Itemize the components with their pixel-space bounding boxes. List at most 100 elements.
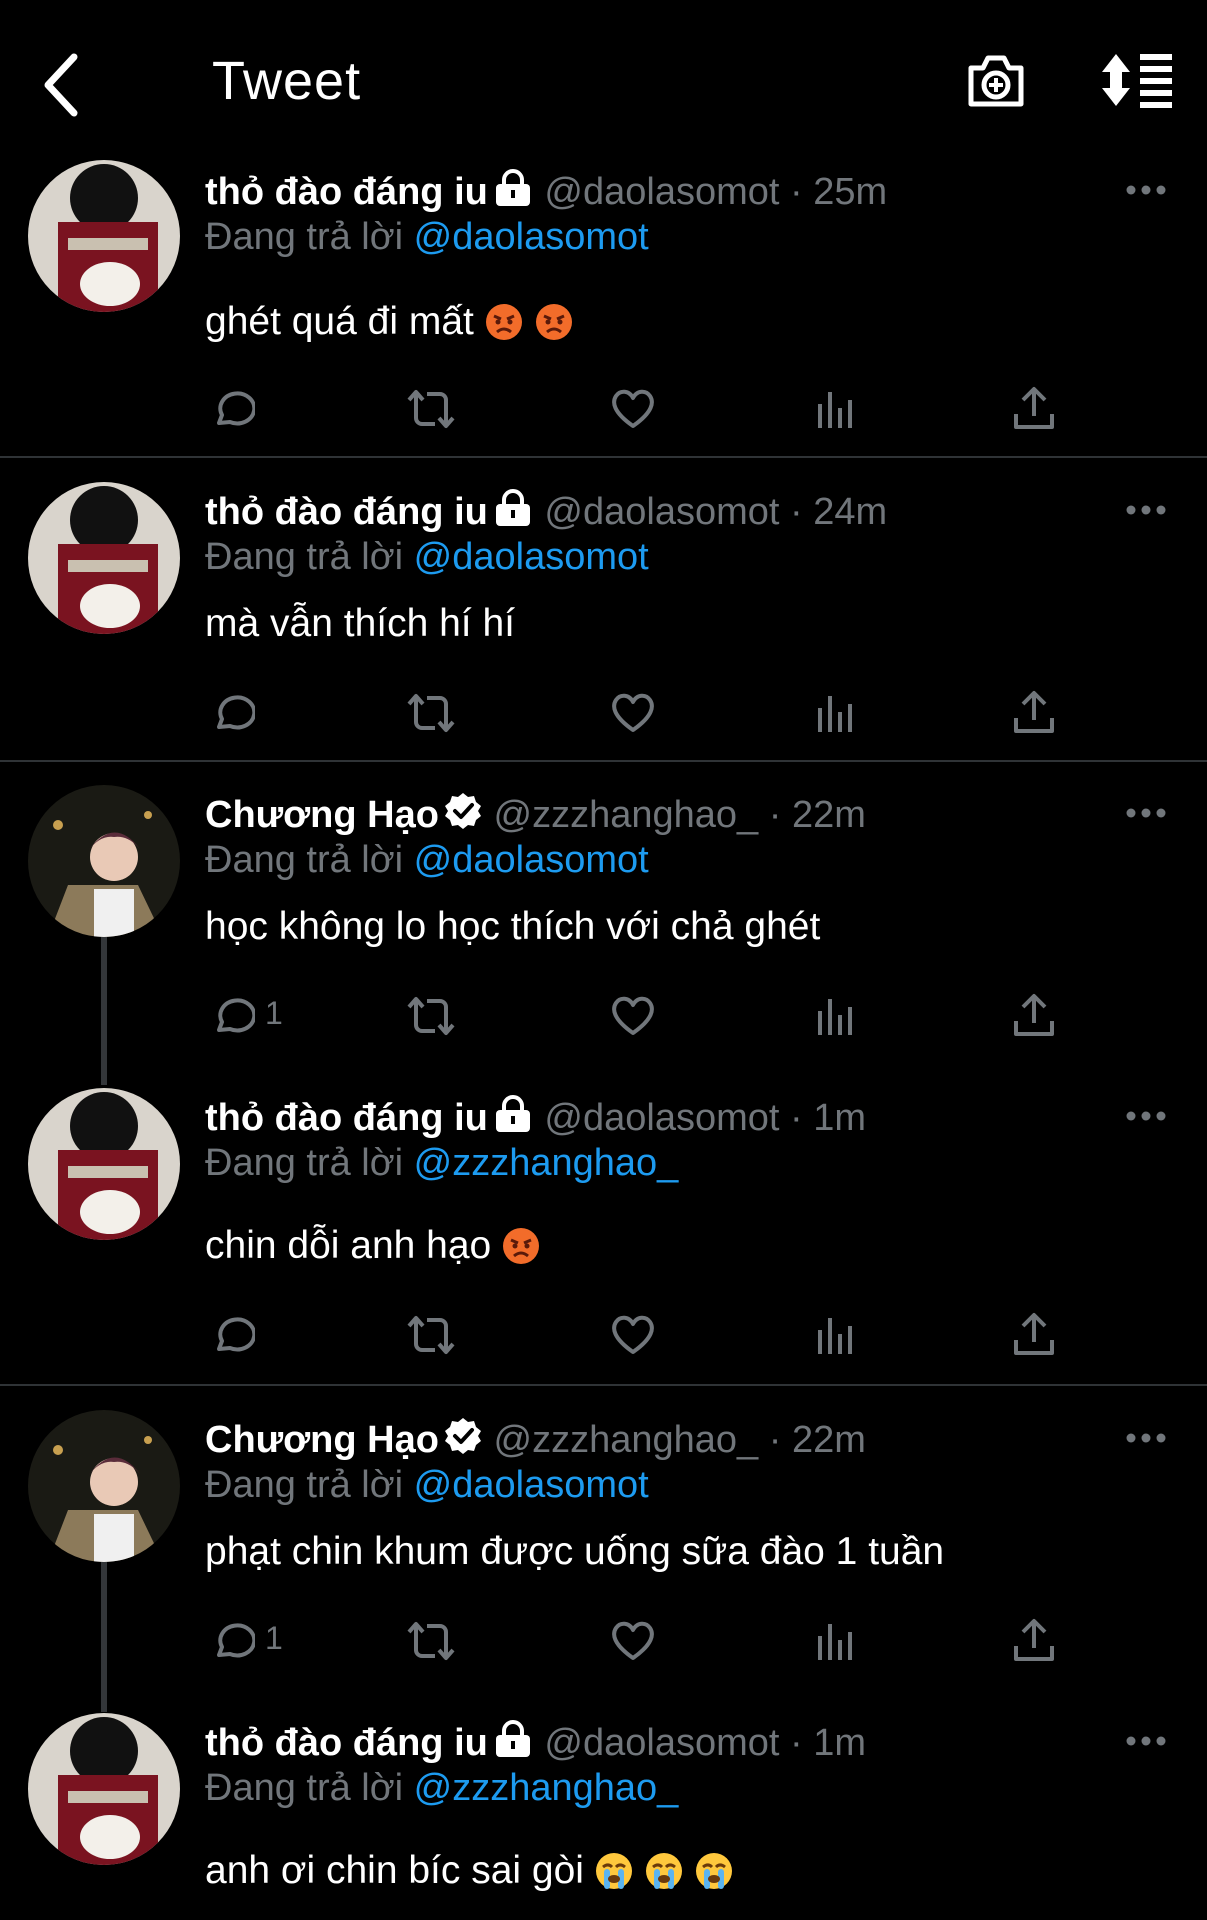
tweet-item[interactable]: thỏ đào đáng iu @daolasomot · 1m Đang tr…	[0, 1088, 1207, 1383]
tweet-item[interactable]: thỏ đào đáng iu @daolasomot · 1m Đang tr…	[0, 1713, 1207, 1920]
share-icon	[1014, 1313, 1054, 1355]
avatar-image	[28, 1713, 180, 1865]
reply-button[interactable]: 1	[205, 991, 283, 1041]
heart-icon	[612, 1315, 654, 1354]
replying-to-label: Đang trả lời	[205, 1142, 404, 1184]
display-name[interactable]: thỏ đào đáng iu	[205, 1722, 488, 1764]
verified-icon	[444, 1418, 481, 1454]
retweet-button[interactable]	[403, 384, 459, 434]
views-button[interactable]	[810, 384, 860, 434]
tweet-header: thỏ đào đáng iu @daolasomot · 1m	[205, 1719, 866, 1766]
crying-face-icon	[695, 1853, 732, 1889]
add-photo-button[interactable]	[965, 50, 1027, 112]
avatar[interactable]	[28, 785, 180, 937]
retweet-button[interactable]	[403, 1310, 459, 1360]
tweet-header: thỏ đào đáng iu @daolasomot · 25m	[205, 168, 887, 215]
replying-to-link[interactable]: @daolasomot	[414, 839, 649, 881]
replying-to-link[interactable]: @daolasomot	[414, 216, 649, 258]
tweet-item[interactable]: thỏ đào đáng iu @daolasomot · 25m Đang t…	[0, 160, 1207, 456]
avatar-image	[28, 1088, 180, 1240]
top-bar: Tweet	[0, 0, 1207, 160]
display-name[interactable]: Chương Hạo	[205, 1419, 439, 1461]
avatar[interactable]	[28, 482, 180, 634]
avatar[interactable]	[28, 1088, 180, 1240]
retweet-button[interactable]	[403, 991, 459, 1041]
share-icon	[1014, 387, 1054, 429]
replying-to: Đang trả lời @daolasomot	[205, 534, 649, 580]
more-options-button[interactable]	[1125, 1106, 1167, 1126]
display-name[interactable]: Chương Hạo	[205, 794, 439, 836]
views-button[interactable]	[810, 1310, 860, 1360]
analytics-icon	[818, 696, 852, 732]
more-options-button[interactable]	[1125, 1428, 1167, 1448]
more-options-button[interactable]	[1125, 500, 1167, 520]
reply-button[interactable]: 1	[205, 1616, 283, 1666]
replying-to-link[interactable]: @zzzhanghao_	[414, 1142, 679, 1184]
share-button[interactable]	[1009, 1616, 1059, 1666]
more-icon	[1126, 1111, 1166, 1121]
avatar[interactable]	[28, 160, 180, 312]
reply-icon	[217, 1623, 255, 1658]
analytics-icon	[818, 392, 852, 428]
reply-button[interactable]	[205, 688, 255, 738]
replying-to: Đang trả lời @daolasomot	[205, 1462, 649, 1508]
replying-to-link[interactable]: @daolasomot	[414, 1464, 649, 1506]
reply-button[interactable]	[205, 1310, 255, 1360]
share-button[interactable]	[1009, 1310, 1059, 1360]
retweet-icon	[407, 1316, 455, 1354]
lock-icon	[495, 1720, 530, 1757]
retweet-button[interactable]	[403, 688, 459, 738]
lock-icon	[495, 489, 530, 526]
share-button[interactable]	[1009, 688, 1059, 738]
more-options-button[interactable]	[1125, 1731, 1167, 1751]
views-button[interactable]	[810, 991, 860, 1041]
display-name[interactable]: thỏ đào đáng iu	[205, 1097, 488, 1139]
replying-to-link[interactable]: @zzzhanghao_	[414, 1767, 679, 1809]
more-icon	[1126, 1433, 1166, 1443]
share-button[interactable]	[1009, 384, 1059, 434]
back-button[interactable]	[40, 45, 90, 125]
like-button[interactable]	[608, 1616, 658, 1666]
more-options-button[interactable]	[1125, 803, 1167, 823]
tweet-text-content: chin dỗi anh hạo	[205, 1224, 492, 1267]
tweet-item[interactable]: thỏ đào đáng iu @daolasomot · 24m Đang t…	[0, 482, 1207, 762]
sort-button[interactable]	[1100, 52, 1174, 108]
retweet-button[interactable]	[403, 1616, 459, 1666]
user-handle: @daolasomot	[544, 491, 780, 533]
crying-face-icon	[645, 1853, 682, 1889]
like-button[interactable]	[608, 991, 658, 1041]
tweet-header: Chương Hạo @zzzhanghao_ · 22m	[205, 791, 866, 838]
like-button[interactable]	[608, 384, 658, 434]
timestamp: · 1m	[790, 1097, 867, 1139]
reply-button[interactable]	[205, 384, 255, 434]
replying-to-link[interactable]: @daolasomot	[414, 536, 649, 578]
tweet-text: chin dỗi anh hạo	[205, 1222, 541, 1270]
views-button[interactable]	[810, 1616, 860, 1666]
tweet-actions	[205, 384, 1065, 434]
thread-line	[101, 1562, 107, 1712]
display-name[interactable]: thỏ đào đáng iu	[205, 171, 488, 213]
tweet-text: phạt chin khum được uống sữa đào 1 tuần	[205, 1528, 944, 1576]
tweet-item[interactable]: Chương Hạo @zzzhanghao_ · 22m Đang trả l…	[0, 1410, 1207, 1712]
share-button[interactable]	[1009, 991, 1059, 1041]
views-button[interactable]	[810, 688, 860, 738]
lock-icon	[495, 1095, 530, 1132]
reply-icon	[217, 391, 255, 426]
more-options-button[interactable]	[1125, 180, 1167, 200]
avatar-image	[28, 482, 180, 634]
more-icon	[1126, 1736, 1166, 1746]
like-button[interactable]	[608, 688, 658, 738]
avatar[interactable]	[28, 1713, 180, 1865]
display-name[interactable]: thỏ đào đáng iu	[205, 491, 488, 533]
like-button[interactable]	[608, 1310, 658, 1360]
avatar[interactable]	[28, 1410, 180, 1562]
tweet-item[interactable]: Chương Hạo @zzzhanghao_ · 22m Đang trả l…	[0, 785, 1207, 1085]
user-handle: @daolasomot	[544, 171, 780, 213]
tweet-actions	[205, 1310, 1065, 1360]
retweet-icon	[407, 390, 455, 428]
avatar-image	[28, 785, 180, 937]
angry-face-icon	[535, 304, 572, 340]
user-handle: @zzzhanghao_	[493, 794, 759, 836]
add-photo-icon	[968, 55, 1024, 107]
chevron-left-icon	[44, 53, 78, 117]
